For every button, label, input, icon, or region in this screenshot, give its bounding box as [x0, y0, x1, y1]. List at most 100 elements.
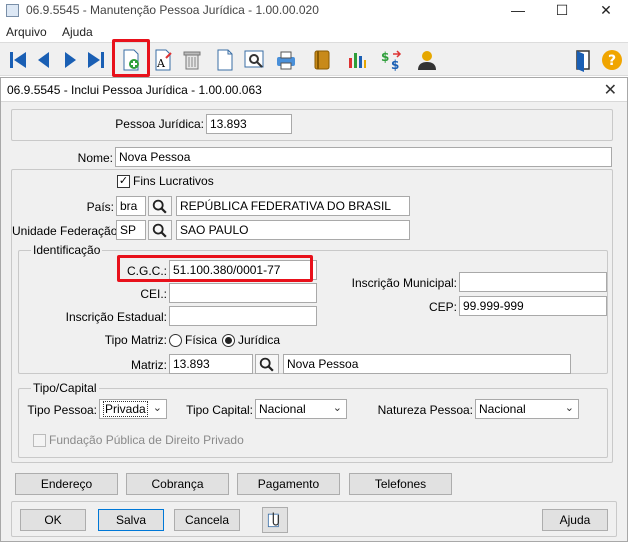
pessoa-juridica-field[interactable]: 13.893	[206, 114, 292, 134]
nome-field[interactable]: Nova Pessoa	[115, 147, 612, 167]
matriz-lookup-button[interactable]	[255, 354, 279, 374]
next-icon[interactable]	[58, 48, 82, 72]
document-icon[interactable]	[213, 48, 237, 72]
app-title: 06.9.5545 - Manutenção Pessoa Jurídica -…	[26, 3, 319, 17]
identificacao-panel: Identificação C.G.C.: 51.100.380/0001-77…	[18, 243, 608, 374]
tipo-pessoa-value: Privada	[103, 401, 148, 417]
natureza-pessoa-value: Nacional	[479, 402, 526, 416]
chevron-down-icon: ⌄	[152, 402, 162, 414]
maximize-button[interactable]: ☐	[540, 0, 584, 22]
cep-label: CEP:	[428, 300, 457, 314]
cancela-button[interactable]: Cancela	[174, 509, 240, 531]
identificacao-legend: Identificação	[31, 243, 103, 257]
insc-estadual-field[interactable]	[169, 306, 317, 326]
chart-icon[interactable]	[345, 48, 369, 72]
uf-label: Unidade Federação:	[12, 224, 121, 238]
tipo-capital-panel: Tipo/Capital Tipo Pessoa: Privada ⌄ Tipo…	[18, 381, 608, 458]
juridica-label: Jurídica	[238, 333, 281, 347]
delete-icon[interactable]	[180, 48, 204, 72]
cei-label: CEI.:	[140, 287, 167, 301]
tipo-capital-label: Tipo Capital:	[186, 403, 253, 417]
tipo-pessoa-select[interactable]: Privada ⌄	[99, 399, 167, 419]
first-icon[interactable]	[6, 48, 30, 72]
pais-code-field[interactable]: bra	[116, 196, 146, 216]
svg-text:$: $	[381, 50, 389, 64]
cep-field[interactable]: 99.999-999	[459, 296, 607, 316]
menu-ajuda[interactable]: Ajuda	[62, 25, 93, 39]
app-title-bar: 06.9.5545 - Manutenção Pessoa Jurídica -…	[0, 0, 628, 22]
last-icon[interactable]	[84, 48, 108, 72]
previous-icon[interactable]	[32, 48, 56, 72]
inclui-pessoa-dialog: 06.9.5545 - Inclui Pessoa Jurídica - 1.0…	[0, 77, 628, 542]
help-icon[interactable]: ?	[600, 48, 624, 72]
uf-lookup-button[interactable]	[148, 220, 172, 240]
search-icon	[259, 357, 274, 372]
search-icon	[152, 199, 167, 214]
tipo-pessoa-label: Tipo Pessoa:	[27, 403, 97, 417]
pais-lookup-button[interactable]	[148, 196, 172, 216]
preview-icon[interactable]	[242, 48, 266, 72]
chevron-down-icon: ⌄	[332, 402, 342, 414]
cobranca-button[interactable]: Cobrança	[126, 473, 229, 495]
pais-name-field[interactable]: REPÚBLICA FEDERATIVA DO BRASIL	[176, 196, 410, 216]
tipo-matriz-label: Tipo Matriz:	[104, 333, 167, 347]
exit-icon[interactable]	[572, 48, 596, 72]
user-icon[interactable]	[415, 48, 439, 72]
tipo-capital-legend: Tipo/Capital	[31, 381, 99, 395]
svg-text:?: ?	[608, 53, 616, 69]
app-icon	[6, 4, 19, 17]
tipo-capital-value: Nacional	[259, 402, 306, 416]
cgc-highlight	[117, 255, 313, 282]
new-record-icon[interactable]	[119, 48, 143, 72]
nome-label: Nome:	[77, 151, 113, 165]
dialog-close-button[interactable]: ✕	[604, 80, 617, 100]
insc-estadual-label: Inscrição Estadual:	[65, 310, 167, 324]
svg-text:A: A	[156, 57, 166, 70]
matriz-label: Matriz:	[131, 358, 167, 372]
attach-button[interactable]	[262, 507, 288, 533]
pessoa-juridica-panel: Pessoa Jurídica: 13.893	[11, 109, 613, 141]
fundacao-checkbox[interactable]	[33, 434, 46, 447]
pagamento-button[interactable]: Pagamento	[237, 473, 340, 495]
insc-municipal-field[interactable]	[459, 272, 607, 292]
currency-icon[interactable]: $$	[380, 48, 404, 72]
ajuda-button[interactable]: Ajuda	[542, 509, 608, 531]
paperclip-icon	[267, 512, 279, 528]
fisica-label: Física	[185, 333, 218, 347]
edit-icon[interactable]: A	[151, 48, 175, 72]
insc-municipal-label: Inscrição Municipal:	[351, 276, 457, 290]
juridica-radio[interactable]	[222, 334, 235, 347]
print-icon[interactable]	[274, 48, 298, 72]
minimize-button[interactable]: —	[496, 0, 540, 22]
cei-field[interactable]	[169, 283, 317, 303]
dialog-title-bar: 06.9.5545 - Inclui Pessoa Jurídica - 1.0…	[1, 78, 627, 102]
search-icon	[152, 223, 167, 238]
natureza-pessoa-select[interactable]: Nacional ⌄	[475, 399, 579, 419]
dialog-title: 06.9.5545 - Inclui Pessoa Jurídica - 1.0…	[7, 83, 262, 97]
fisica-radio[interactable]	[169, 334, 182, 347]
tipo-capital-select[interactable]: Nacional ⌄	[255, 399, 347, 419]
uf-code-field[interactable]: SP	[116, 220, 146, 240]
chevron-down-icon: ⌄	[564, 402, 574, 414]
close-window-button[interactable]: ✕	[584, 0, 628, 22]
footer-panel: OK Salva Cancela Ajuda	[11, 501, 617, 537]
pais-label: País:	[86, 200, 114, 214]
endereco-button[interactable]: Endereço	[15, 473, 118, 495]
matriz-name-field[interactable]: Nova Pessoa	[283, 354, 571, 374]
salva-button[interactable]: Salva	[98, 509, 164, 531]
telefones-button[interactable]: Telefones	[349, 473, 452, 495]
toolbar: A $ $ ?	[0, 39, 628, 77]
fins-lucrativos-checkbox[interactable]: ✓	[117, 175, 130, 188]
book-icon[interactable]	[310, 48, 334, 72]
natureza-pessoa-label: Natureza Pessoa:	[377, 403, 473, 417]
pessoa-juridica-label: Pessoa Jurídica:	[115, 117, 204, 131]
fundacao-label: Fundação Pública de Direito Privado	[49, 433, 244, 447]
menu-bar: Arquivo Ajuda	[0, 22, 628, 42]
dados-panel: ✓ Fins Lucrativos País: bra REPÚBLICA FE…	[11, 169, 613, 463]
svg-text:$: $	[391, 58, 399, 72]
matriz-code-field[interactable]: 13.893	[169, 354, 253, 374]
fins-lucrativos-label: Fins Lucrativos	[133, 174, 214, 188]
uf-name-field[interactable]: SAO PAULO	[176, 220, 410, 240]
ok-button[interactable]: OK	[20, 509, 86, 531]
menu-arquivo[interactable]: Arquivo	[6, 25, 47, 39]
